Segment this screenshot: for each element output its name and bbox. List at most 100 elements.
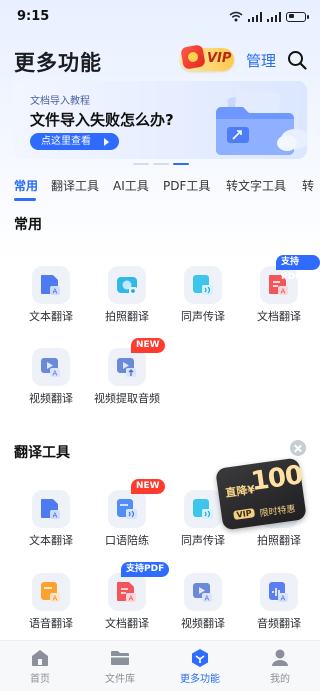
close-icon[interactable] [290, 440, 306, 456]
section-title-common: 常用 [14, 217, 42, 233]
status-icons [229, 11, 309, 22]
tutorial-banner[interactable]: 文档导入教程 文件导入失败怎么办? 点这里查看 [13, 81, 307, 159]
tool-label: 视频提取音频 [94, 392, 160, 405]
tool-audio-translate[interactable]: A 音频翻译 [241, 573, 317, 637]
tool-icon-box: A [108, 573, 146, 611]
svg-text:A: A [53, 370, 58, 378]
manage-button[interactable]: 管理 [246, 50, 276, 71]
nav-file-library[interactable]: 文件库 [80, 641, 160, 691]
new-badge: NEW [131, 338, 165, 353]
promo-vip-label: VIP [233, 508, 256, 520]
tab-active-indicator [14, 198, 36, 201]
svg-text:A: A [53, 512, 58, 520]
promo-amount: 100 [249, 460, 305, 498]
nav-label: 更多功能 [180, 674, 220, 685]
tool-icon-box [108, 348, 146, 386]
vip-discount-promo[interactable]: 直降¥ 100 VIP 限时特惠 [215, 457, 307, 531]
tool-video-translate[interactable]: A 视频翻译 [165, 573, 241, 637]
svg-text:A: A [53, 288, 58, 296]
tool-text-translate[interactable]: A 文本翻译 [13, 266, 89, 330]
svg-text:A: A [205, 595, 210, 603]
pagination-dot-active [173, 163, 189, 165]
banner-view-button[interactable]: 点这里查看 [30, 133, 119, 150]
page-title: 更多功能 [14, 51, 102, 75]
profile-icon [272, 649, 288, 666]
nav-profile[interactable]: 我的 [240, 641, 320, 691]
tool-icon-box: A [184, 573, 222, 611]
new-badge: NEW [131, 479, 165, 494]
status-bar: 9:15 [0, 0, 320, 36]
tool-voice-translate[interactable]: A 语音翻译 [13, 573, 89, 637]
nav-more-features[interactable]: 更多功能 [160, 641, 240, 691]
home-icon [32, 650, 48, 666]
nav-label: 首页 [30, 674, 50, 685]
tool-icon-box [184, 490, 222, 528]
tab-pdf-tools[interactable]: PDF工具 [163, 177, 210, 194]
signal-icon [267, 11, 281, 22]
svg-text:A: A [281, 288, 286, 296]
tool-label: 视频翻译 [29, 392, 73, 405]
section-title-translate-tools: 翻译工具 [14, 445, 70, 461]
tool-icon-box: A [32, 573, 70, 611]
search-icon[interactable] [287, 50, 307, 70]
tool-icon-box [108, 266, 146, 304]
text-translate-icon: A [41, 499, 60, 520]
video-translate-icon: A [41, 358, 60, 378]
banner-pagination [133, 163, 189, 165]
tool-icon-box: A [32, 490, 70, 528]
tool-video-extract-audio[interactable]: 视频提取音频 [89, 348, 165, 412]
tab-to-text-tools[interactable]: 转文字工具 [226, 177, 286, 194]
svg-text:A: A [129, 595, 134, 603]
wifi-icon [229, 11, 243, 22]
tab-common[interactable]: 常用 [14, 177, 38, 194]
folder-icon [111, 651, 129, 665]
tool-label: 同声传译 [181, 310, 225, 323]
signal-icon [248, 11, 262, 22]
speaking-practice-icon [117, 499, 137, 519]
svg-text:A: A [281, 595, 286, 603]
battery-icon [286, 11, 309, 22]
support-pdf-badge: 支持PDF [121, 562, 170, 577]
tool-simultaneous-interpret[interactable]: 同声传译 [165, 266, 241, 330]
status-time: 9:15 [17, 9, 50, 24]
tool-icon-box: A [260, 573, 298, 611]
tool-label: 文本翻译 [29, 310, 73, 323]
tool-label: 文本翻译 [29, 534, 73, 547]
video-translate-icon: A [193, 583, 212, 603]
vip-button[interactable]: VIP [180, 44, 234, 71]
tool-label: 拍照翻译 [257, 534, 301, 547]
nav-label: 文件库 [105, 674, 135, 685]
category-tabs: 常用 翻译工具 AI工具 PDF工具 转文字工具 转 [0, 170, 320, 202]
folder-illustration-icon [216, 89, 307, 155]
tool-text-translate[interactable]: A 文本翻译 [13, 490, 89, 554]
banner-subtitle: 文档导入教程 [30, 96, 90, 107]
vip-label: VIP [207, 51, 232, 66]
tool-label: 同声传译 [181, 534, 225, 547]
document-translate-icon: A [117, 582, 136, 603]
video-extract-audio-icon [117, 358, 136, 377]
text-translate-icon: A [41, 275, 60, 296]
tab-translate-tools[interactable]: 翻译工具 [51, 177, 99, 194]
tab-ai-tools[interactable]: AI工具 [113, 177, 149, 194]
audio-translate-icon: A [269, 582, 288, 603]
tool-icon-box: A [32, 266, 70, 304]
camera-translate-icon [117, 277, 137, 295]
tool-icon-box: A [32, 348, 70, 386]
pagination-dot [153, 163, 169, 165]
tool-icon-box [108, 490, 146, 528]
tool-document-translate[interactable]: A 文档翻译 [241, 266, 317, 330]
tool-document-translate[interactable]: A 文档翻译 [89, 573, 165, 637]
promo-subtitle: 限时特惠 [259, 504, 297, 520]
svg-text:A: A [53, 595, 58, 603]
tool-speaking-practice[interactable]: 口语陪练 [89, 490, 165, 554]
more-features-icon [192, 649, 208, 667]
tool-video-translate[interactable]: A 视频翻译 [13, 348, 89, 412]
tool-camera-translate[interactable]: 拍照翻译 [89, 266, 165, 330]
nav-home[interactable]: 首页 [0, 641, 80, 691]
tool-label: 拍照翻译 [105, 310, 149, 323]
tool-icon-box [184, 266, 222, 304]
tab-more[interactable]: 转 [302, 177, 314, 194]
support-pdf-badge: 支持PDF [276, 255, 320, 282]
vip-coin-icon [180, 44, 206, 70]
tool-label: 语音翻译 [29, 617, 73, 630]
